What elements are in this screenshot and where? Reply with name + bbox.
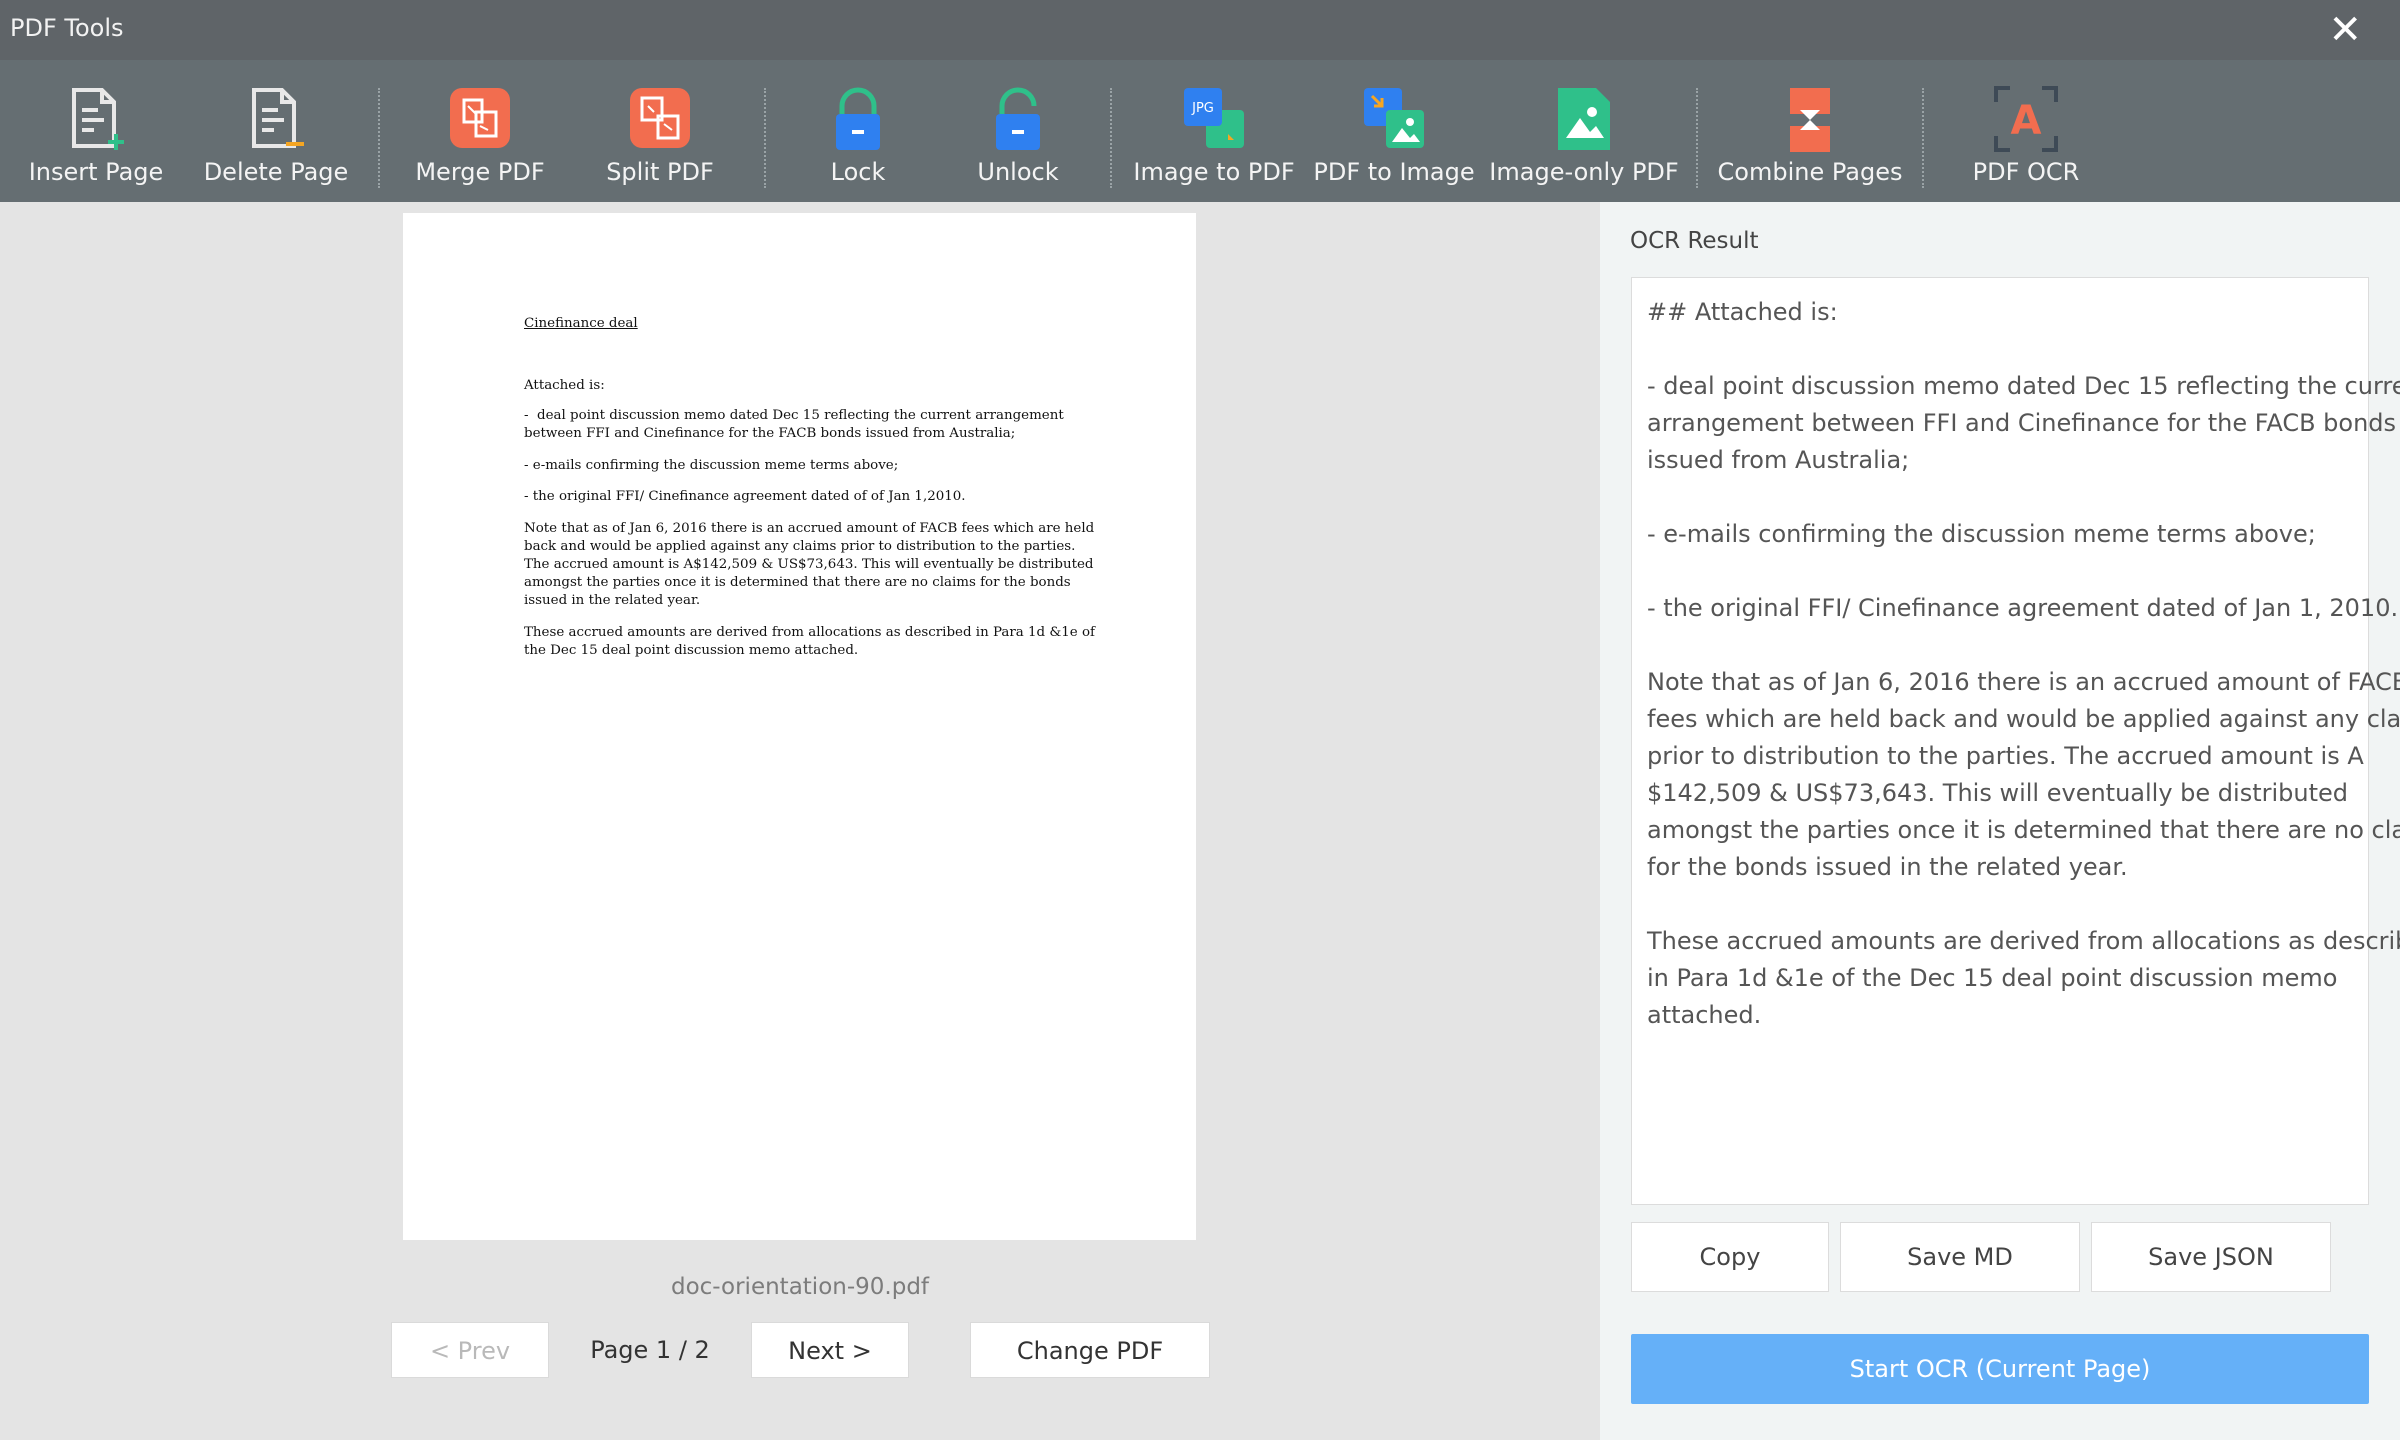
page-indicator: Page 1 / 2 xyxy=(590,1336,710,1364)
image-to-pdf-button[interactable]: JPG Image to PDF xyxy=(1132,60,1296,202)
merge-pdf-button[interactable]: Merge PDF xyxy=(412,60,548,202)
prev-page-button[interactable]: < Prev xyxy=(391,1322,549,1378)
toolbar-divider xyxy=(764,88,766,188)
save-md-button[interactable]: Save MD xyxy=(1840,1222,2080,1292)
doc-line: issued in the related year. xyxy=(524,593,701,608)
start-ocr-button[interactable]: Start OCR (Current Page) xyxy=(1631,1334,2369,1404)
copy-button[interactable]: Copy xyxy=(1631,1222,1829,1292)
image-only-pdf-icon xyxy=(1558,88,1610,150)
doc-line: the Dec 15 deal point discussion memo at… xyxy=(524,643,859,658)
close-icon[interactable]: ✕ xyxy=(2328,6,2362,54)
split-pdf-button[interactable]: Split PDF xyxy=(592,60,728,202)
ocr-result-textarea[interactable]: ## Attached is: - deal point discussion … xyxy=(1631,277,2400,1205)
ocr-line: in Para 1d &1e of the Dec 15 deal point … xyxy=(1647,964,2338,992)
pdf-to-image-button[interactable]: PDF to Image xyxy=(1312,60,1476,202)
toolbar-divider xyxy=(1922,88,1924,188)
ocr-line: prior to distribution to the parties. Th… xyxy=(1647,742,2364,770)
tool-label: Insert Page xyxy=(28,158,164,186)
ocr-line: Note that as of Jan 6, 2016 there is an … xyxy=(1647,668,2400,696)
lock-button[interactable]: Lock xyxy=(790,60,926,202)
tool-label: Delete Page xyxy=(203,158,349,186)
ocr-line: $142,509 & US$73,643. This will eventual… xyxy=(1647,779,2349,807)
combine-pages-icon xyxy=(1790,88,1830,152)
ocr-line: for the bonds issued in the related year… xyxy=(1647,853,2128,881)
doc-line: - deal point discussion memo dated Dec 1… xyxy=(524,408,1064,423)
lock-icon xyxy=(836,87,880,150)
pdf-ocr-icon: A xyxy=(1994,86,2058,152)
next-page-button[interactable]: Next > xyxy=(751,1322,909,1378)
ocr-glyph: A xyxy=(2011,98,2042,144)
jpg-badge: JPG xyxy=(1191,101,1214,116)
tool-label: Split PDF xyxy=(606,158,714,186)
tool-label: Lock xyxy=(830,158,886,186)
pdf-ocr-button[interactable]: A PDF OCR xyxy=(1958,60,2094,202)
insert-page-button[interactable]: Insert Page xyxy=(28,60,164,202)
unlock-button[interactable]: Unlock xyxy=(950,60,1086,202)
ocr-line: - e-mails confirming the discussion meme… xyxy=(1647,520,2316,548)
doc-line: amongst the parties once it is determine… xyxy=(524,575,1071,590)
doc-line: back and would be applied against any cl… xyxy=(524,539,1076,554)
image-only-pdf-button[interactable]: Image-only PDF xyxy=(1489,60,1679,202)
tool-label: PDF to Image xyxy=(1313,158,1475,186)
tool-label: Image to PDF xyxy=(1133,158,1295,186)
ocr-line: issued from Australia; xyxy=(1647,446,1910,474)
delete-page-button[interactable]: Delete Page xyxy=(204,60,348,202)
doc-line: Attached is: xyxy=(524,378,605,393)
toolbar: Insert Page Delete Page Merge PDF Split … xyxy=(0,60,2400,202)
save-json-button[interactable]: Save JSON xyxy=(2091,1222,2331,1292)
ocr-line: amongst the parties once it is determine… xyxy=(1647,816,2400,844)
ocr-line: fees which are held back and would be ap… xyxy=(1647,705,2400,733)
toolbar-divider xyxy=(1110,88,1112,188)
ocr-line: - the original FFI/ Cinefinance agreemen… xyxy=(1647,594,2399,622)
tool-label: Image-only PDF xyxy=(1489,158,1679,186)
delete-page-icon xyxy=(252,88,304,148)
insert-page-icon xyxy=(72,88,124,150)
title-bar: PDF Tools ✕ xyxy=(0,0,2400,60)
unlock-icon xyxy=(996,87,1040,150)
pdf-page-preview: Cinefinance deal Attached is: - deal poi… xyxy=(403,213,1196,1240)
window-title: PDF Tools xyxy=(10,14,124,42)
merge-pdf-icon xyxy=(450,88,510,148)
ocr-result-label: OCR Result xyxy=(1630,228,1759,254)
ocr-line: - deal point discussion memo dated Dec 1… xyxy=(1647,372,2400,400)
tool-label: Unlock xyxy=(977,158,1059,186)
tool-label: Combine Pages xyxy=(1717,158,1903,186)
doc-line: These accrued amounts are derived from a… xyxy=(524,625,1095,640)
ocr-line: These accrued amounts are derived from a… xyxy=(1647,927,2400,955)
ocr-line: ## Attached is: xyxy=(1647,298,1838,326)
split-pdf-icon xyxy=(630,88,690,148)
image-to-pdf-icon: JPG xyxy=(1184,88,1244,148)
ocr-line: arrangement between FFI and Cinefinance … xyxy=(1647,409,2397,437)
combine-pages-button[interactable]: Combine Pages xyxy=(1718,60,1902,202)
toolbar-divider xyxy=(378,88,380,188)
doc-line: between FFI and Cinefinance for the FACB… xyxy=(524,426,1016,441)
doc-heading: Cinefinance deal xyxy=(524,316,638,331)
file-name: doc-orientation-90.pdf xyxy=(670,1274,930,1300)
change-pdf-button[interactable]: Change PDF xyxy=(970,1322,1210,1378)
doc-line: - the original FFI/ Cinefinance agreemen… xyxy=(524,489,966,504)
toolbar-divider xyxy=(1696,88,1698,188)
doc-line: Note that as of Jan 6, 2016 there is an … xyxy=(524,521,1095,536)
doc-line: The accrued amount is A$142,509 & US$73,… xyxy=(524,557,1094,572)
tool-label: Merge PDF xyxy=(415,158,545,186)
pdf-to-image-icon xyxy=(1364,88,1424,148)
doc-line: - e-mails confirming the discussion meme… xyxy=(524,458,899,473)
tool-label: PDF OCR xyxy=(1972,158,2080,186)
ocr-line: attached. xyxy=(1647,1001,1762,1029)
